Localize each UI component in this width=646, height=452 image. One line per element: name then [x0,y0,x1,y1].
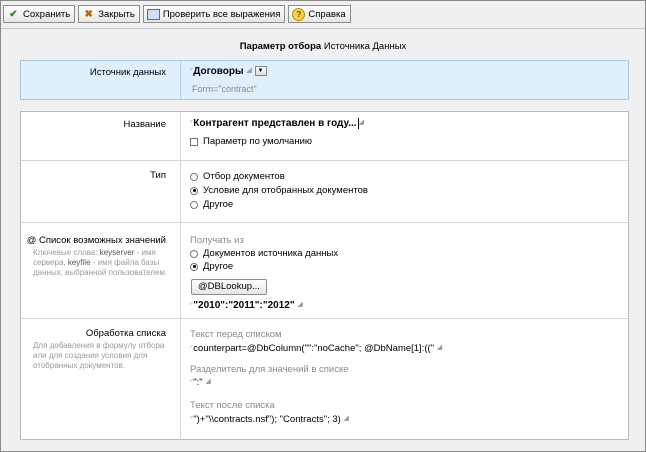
field-end-icon: ◢ [436,344,443,351]
source-label-cell: Источник данных [21,61,181,99]
save-button-label: Сохранить [23,8,71,20]
get-from-option-label: Документов источника данных [203,248,339,259]
type-value-cell: Отбор документов Условие для отобранных … [190,161,628,223]
radio-button[interactable] [190,200,198,209]
type-option-label: Отбор документов [203,171,285,182]
processing-row: Обработка списка Для добавления в формул… [21,318,628,440]
values-label-cell: @ Список возможных значений Ключевые сло… [21,223,181,319]
type-option-documents[interactable]: Отбор документов [190,170,285,183]
name-input[interactable]: Контрагент представлен в году... [193,118,356,129]
get-from-label: Получать из [190,235,244,246]
values-value-cell: Получать из Документов источника данных … [190,223,628,319]
type-option-other[interactable]: Другое [190,198,233,211]
values-row: @ Список возможных значений Ключевые сло… [21,222,628,319]
page-title-rest: Источника Данных [323,41,407,52]
values-hint-keyword: keyserver [99,248,135,257]
close-button-label: Закрыть [98,8,135,20]
name-value-cell: ⌜Контрагент представлен в году... ◢ Парам… [190,112,628,160]
type-row: Тип Отбор документов Условие для отобран… [21,160,628,223]
values-hint-text: Ключевые слова: [33,248,100,257]
get-from-source-docs[interactable]: Документов источника данных [190,247,338,260]
dialog-frame: ✔ Сохранить ✖ Закрыть Проверить все выра… [0,0,646,452]
name-label-cell: Название [21,112,181,160]
toolbar: ✔ Сохранить ✖ Закрыть Проверить все выра… [3,5,351,25]
save-button[interactable]: ✔ Сохранить [3,5,76,23]
radio-button[interactable] [190,172,198,181]
toolbar-divider [1,28,645,29]
page-title: Параметр отбора Источника Данных [1,41,645,52]
field-end-icon: ◢ [246,67,252,74]
dblookup-button[interactable]: @DBLookup... [191,279,267,295]
field-end-icon: ◢ [205,378,211,385]
checkmark-icon: ✔ [9,8,18,20]
chevron-down-icon[interactable]: ▼ [254,66,267,77]
page-title-bold: Параметр отбора [239,41,322,52]
processing-label: Обработка списка [85,328,166,339]
monitor-icon [146,8,160,20]
checkbox-box[interactable] [190,137,198,146]
default-param-label: Параметр по умолчанию [203,136,313,147]
before-list-input[interactable]: counterpart=@DbColumn("":"noCache"; @DbN… [193,343,434,354]
close-button[interactable]: ✖ Закрыть [78,5,140,23]
type-option-label: Условие для отобранных документов [203,185,368,196]
type-label: Тип [150,170,166,181]
help-button[interactable]: ? Справка [288,5,351,23]
separator-input[interactable]: ":" [193,377,202,388]
before-list-label: Текст перед списком [190,329,282,340]
check-all-expressions-button[interactable]: Проверить все выражения [142,5,286,23]
close-icon: ✖ [84,8,93,20]
source-panel: Источник данных ⌜Договоры ◢ ▼ Form="cont… [20,60,629,100]
name-label: Название [123,119,166,130]
type-label-cell: Тип [21,161,181,223]
radio-button-selected[interactable] [190,262,198,271]
parameters-panel: Название ⌜Контрагент представлен в году.… [20,111,629,440]
type-option-label: Другое [203,199,234,210]
help-button-label: Справка [308,8,346,20]
separator-label: Разделитель для значений в списке [190,364,349,375]
source-formula: Form="contract" [192,84,257,94]
radio-button[interactable] [190,249,198,258]
source-label: Источник данных [89,67,166,78]
processing-hint: Для добавления в формулу отбора или для … [33,341,165,370]
after-list-label: Текст после списка [190,400,275,411]
get-from-other[interactable]: Другое [190,260,233,273]
field-end-icon: ◢ [343,415,349,422]
field-end-icon: ◢ [358,119,364,126]
source-value-cell: ⌜Договоры ◢ ▼ Form="contract" [190,61,628,99]
source-value[interactable]: Договоры [193,66,243,77]
values-hint-keyword: keyfile [67,258,91,267]
values-input[interactable]: "2010":"2011":"2012" [193,300,294,311]
processing-value-cell: Текст перед списком ⌜counterpart=@DbColu… [190,319,628,440]
get-from-option-label: Другое [203,261,234,272]
type-option-condition[interactable]: Условие для отобранных документов [190,184,368,197]
default-param-checkbox[interactable]: Параметр по умолчанию [190,135,312,148]
after-list-input[interactable]: ")+"\\contracts.nsf"); "Contracts"; 3) [193,414,341,425]
name-row: Название ⌜Контрагент представлен в году.… [21,112,628,160]
values-label: @ Список возможных значений [26,235,166,246]
help-icon: ? [292,7,306,21]
values-hint: Ключевые слова: keyserver - имя сервера,… [33,248,175,278]
check-all-expressions-label: Проверить все выражения [162,8,281,20]
field-end-icon: ◢ [297,301,303,308]
radio-button-selected[interactable] [190,186,198,195]
processing-label-cell: Обработка списка Для добавления в формул… [21,319,181,440]
